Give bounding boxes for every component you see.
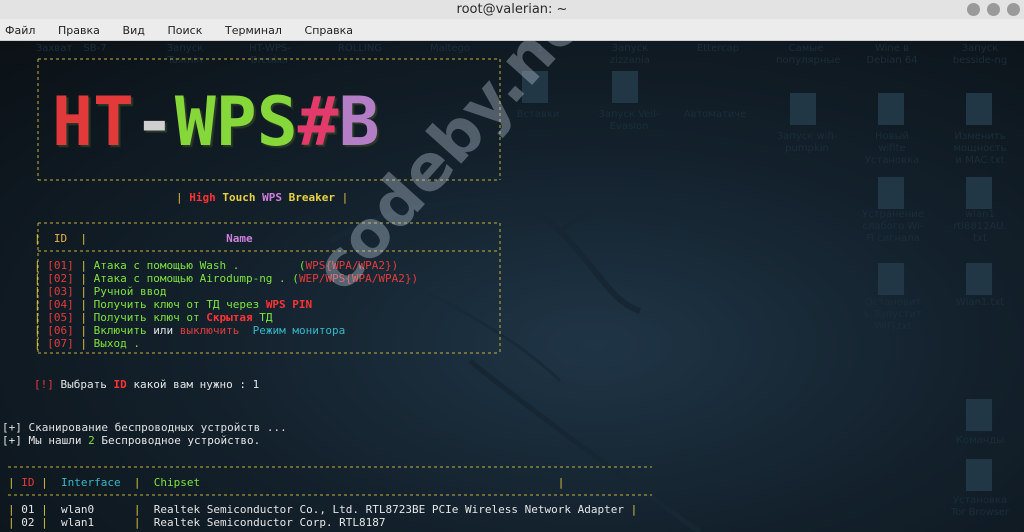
desktop-label[interactable]: Установка (950, 495, 1010, 507)
banner-subtitle: | High Touch WPS Breaker | (176, 191, 349, 204)
menu-option-03: | [03] | Ручной ввод (34, 285, 167, 298)
menu-terminal[interactable]: Терминал (225, 20, 282, 37)
desktop-label[interactable]: Установка (862, 155, 922, 167)
desktop-label[interactable]: Tor Browser (950, 507, 1010, 519)
desktop-label[interactable]: Evasion (594, 121, 664, 133)
menu-search[interactable]: Поиск (168, 20, 203, 37)
desktop-label[interactable]: Команды (950, 435, 1010, 447)
desktop-label[interactable]: Самые (776, 43, 836, 55)
desktop-label[interactable]: txt (950, 233, 1010, 245)
desktop-label[interactable]: Остановит (858, 297, 928, 309)
menu-file[interactable]: Файл (5, 20, 35, 37)
desktop-label[interactable]: Запуск (950, 43, 1010, 55)
close-button[interactable] (1007, 3, 1020, 16)
menu-view[interactable]: Вид (123, 20, 145, 37)
desktop-label[interactable]: Ettercap (688, 43, 748, 55)
found-status: [+] Мы нашли 2 Беспроводное устройство. (2, 434, 261, 447)
minimize-button[interactable] (967, 3, 980, 16)
file-icon (966, 263, 992, 295)
menu-edit[interactable]: Правка (58, 20, 100, 37)
desktop-label[interactable]: слабого Wi- (858, 221, 928, 233)
desktop-label[interactable]: и MAC.txt (950, 155, 1010, 167)
menu-table-header: | ID | Name (34, 232, 253, 245)
file-icon (790, 93, 816, 125)
interface-row[interactable]: | 01 | wlan0 | Realtek Semiconductor Co.… (8, 503, 637, 516)
file-icon (612, 71, 638, 103)
desktop-label[interactable]: WiFi.txt (858, 321, 928, 333)
file-icon (966, 459, 992, 491)
desktop-label[interactable]: мощность (950, 143, 1010, 155)
file-icon (966, 399, 992, 431)
desktop-label[interactable]: pumpkin (772, 143, 842, 155)
file-icon (878, 263, 904, 295)
menu-option-05: | [05] | Получить ключ от Скрытая ТД (34, 311, 273, 324)
scan-status: [+] Сканирование беспроводных устройств … (2, 421, 287, 434)
desktop-label[interactable]: besside-ng (950, 55, 1010, 67)
maximize-button[interactable] (987, 3, 1000, 16)
interface-table-header: | ID | Interface | Chipset | (8, 476, 565, 489)
file-icon (966, 177, 992, 209)
desktop-label[interactable]: популярные (776, 55, 840, 67)
desktop-label[interactable]: Автоматиче (680, 109, 750, 121)
desktop-label[interactable]: Fi сигнала (858, 233, 928, 245)
terminal-area[interactable]: Захват SB-7 Запуск HT-WPS- ROLLING Malte… (0, 41, 1024, 532)
desktop-label[interactable]: ь.Запустит (858, 309, 928, 321)
window-titlebar: root@valerian: ~ (0, 0, 1024, 20)
interface-row[interactable]: | 02 | wlan1 | Realtek Semiconductor Cor… (8, 516, 386, 529)
desktop-label[interactable]: Wlan1.txt (950, 297, 1010, 309)
desktop-label[interactable]: Запуск wifi- (772, 131, 842, 143)
menu-option-07: | [07] | Выход . (34, 337, 140, 350)
menu-help[interactable]: Справка (305, 20, 353, 37)
file-icon (878, 93, 904, 125)
svg-text:HT-WPS#B: HT-WPS#B (52, 85, 380, 157)
menu-option-04: | [04] | Получить ключ от ТД через WPS P… (34, 298, 313, 311)
desktop-label[interactable]: wlan1 (950, 209, 1010, 221)
menu-bar: Файл Правка Вид Поиск Терминал Справка (0, 19, 1024, 41)
desktop-label[interactable]: zizzania (600, 55, 660, 67)
desktop-label[interactable]: wifite (862, 143, 922, 155)
desktop-label[interactable]: Запуск Veil- (594, 109, 664, 121)
selection-prompt: [!] Выбрать ID какой вам нужно : 1 (34, 378, 260, 391)
window-title: root@valerian: ~ (456, 2, 568, 17)
desktop-label[interactable]: Запуск (600, 43, 660, 55)
menu-option-06: | [06] | Включить или выключить Режим мо… (34, 324, 346, 337)
file-icon (878, 177, 904, 209)
desktop-label[interactable]: Устранение (858, 209, 928, 221)
desktop-label[interactable]: Изменить (950, 131, 1010, 143)
desktop-label[interactable]: Wine в (862, 43, 922, 55)
desktop-label[interactable]: rtl8812AU. (950, 221, 1010, 233)
desktop-label[interactable]: Новый (862, 131, 922, 143)
file-icon (966, 93, 992, 125)
desktop-label[interactable]: Debian 64 (862, 55, 922, 67)
